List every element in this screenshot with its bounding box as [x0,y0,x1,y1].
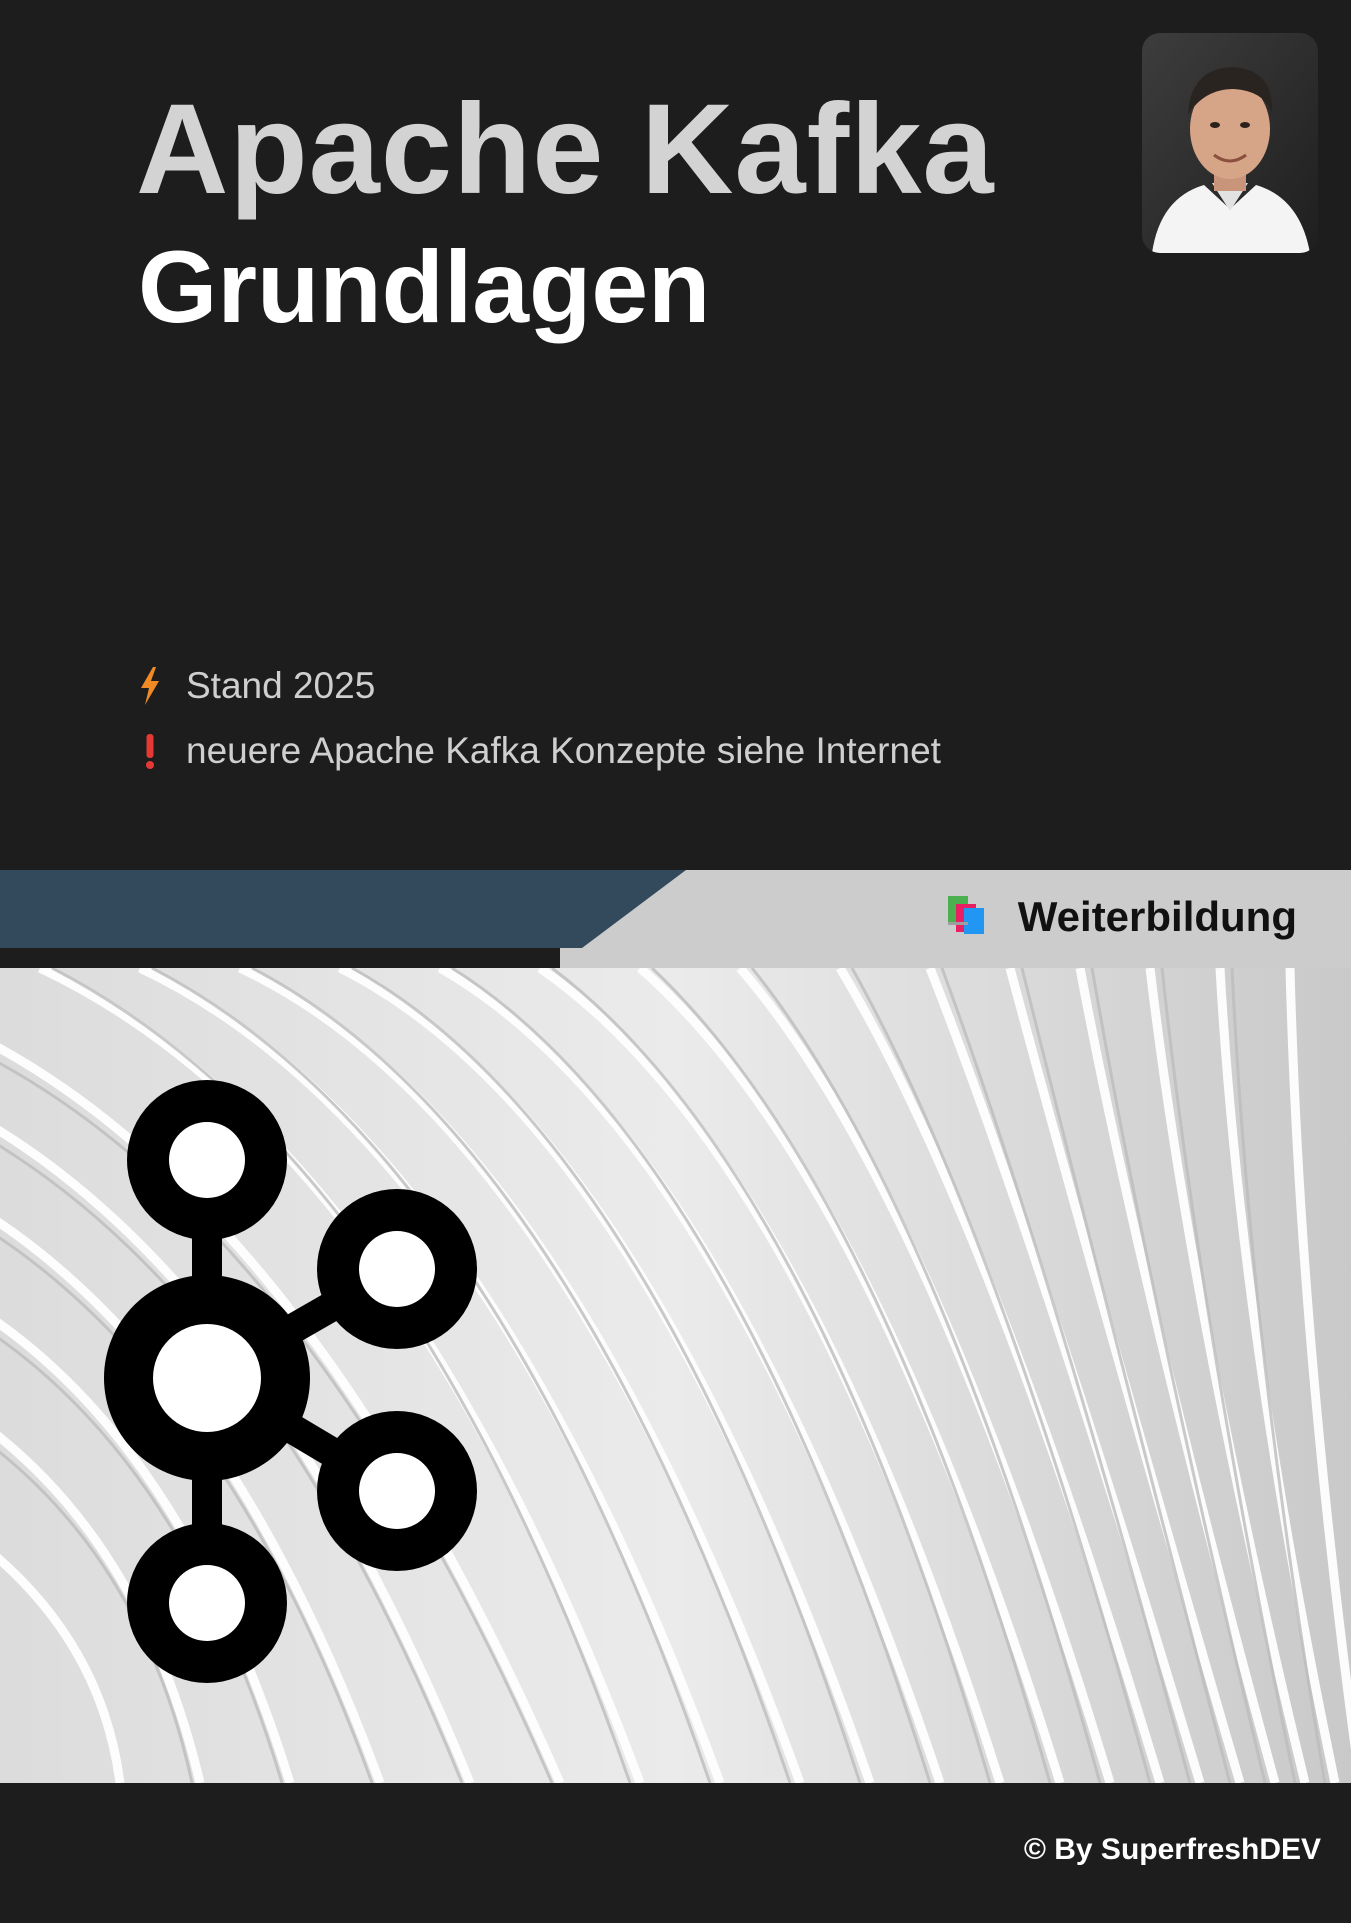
note-row-stand: Stand 2025 [136,662,375,710]
category-label: Weiterbildung [944,893,1297,941]
kafka-logo [104,1080,477,1683]
note-text: neuere Apache Kafka Konzepte siehe Inter… [186,730,941,771]
author-photo [1142,33,1318,253]
exclamation-icon [136,732,164,770]
cover-title: Apache Kafka [136,78,995,221]
note-row-hint: neuere Apache Kafka Konzepte siehe Inter… [136,727,941,775]
books-icon [944,894,988,941]
cover-subtitle: Grundlagen [138,230,711,344]
book-cover: Apache Kafka Grundlagen Stand 2025 neuer… [0,0,1351,1923]
lightning-icon [136,667,164,705]
copyright-text: © By SuperfreshDEV [1023,1833,1321,1866]
note-text: Stand 2025 [186,665,376,706]
category-text: Weiterbildung [1017,893,1297,940]
